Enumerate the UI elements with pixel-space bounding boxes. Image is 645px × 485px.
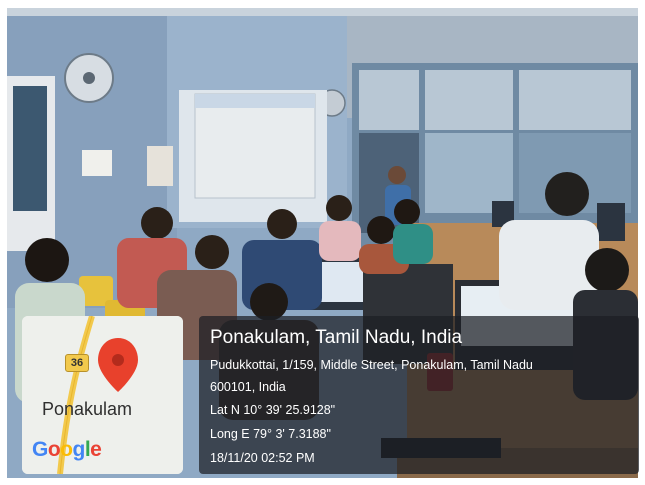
timestamp-text: 18/11/20 02:52 PM — [210, 451, 315, 465]
address-line-1: Pudukkottai, 1/159, Middle Street, Ponak… — [210, 358, 533, 372]
geotag-info-panel: Ponakulam, Tamil Nadu, India Pudukkottai… — [199, 316, 639, 474]
longitude-text: Long E 79° 3' 7.3188" — [210, 427, 331, 441]
map-place-name: Ponakulam — [42, 399, 133, 419]
google-logo: Google — [32, 438, 102, 461]
location-title: Ponakulam, Tamil Nadu, India — [210, 327, 463, 348]
address-line-2: 600101, India — [210, 380, 286, 394]
latitude-text: Lat N 10° 39' 25.9128" — [210, 403, 336, 417]
road-number-badge: 36 — [65, 354, 89, 372]
map-thumbnail: 36 Ponakulam Google — [22, 316, 183, 474]
